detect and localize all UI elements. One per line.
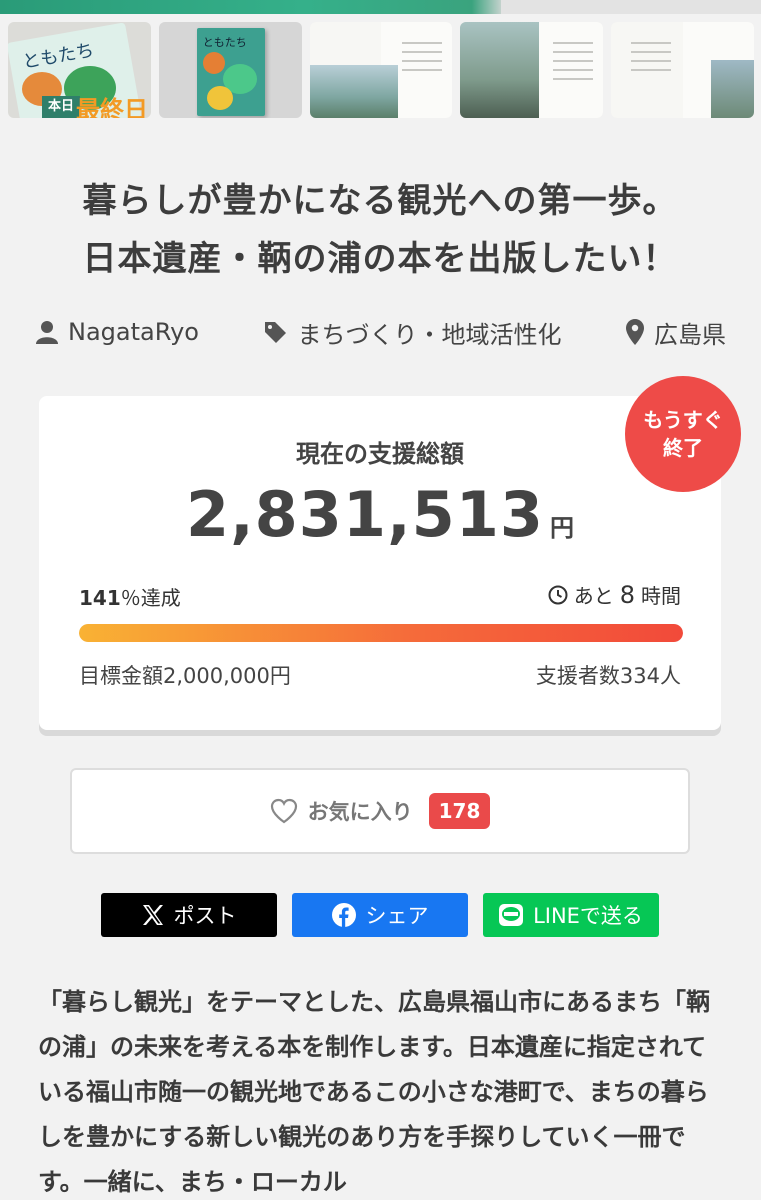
author-name: NagataRyo	[68, 318, 199, 346]
backer-count: 支援者数334人	[535, 664, 681, 688]
clock-icon	[548, 585, 568, 605]
time-remaining-prefix: あと	[573, 584, 614, 608]
share-line-button[interactable]: LINEで送る	[483, 893, 659, 937]
location-link[interactable]: 広島県	[626, 315, 726, 350]
share-facebook-label: シェア	[365, 904, 429, 928]
achievement-percent-suffix: ％達成	[120, 586, 181, 610]
project-title: 暮らしが豊かになる観光への第一歩。 日本遺産・鞆の浦の本を出版したい！	[20, 172, 740, 288]
category-name: まちづくり・地域活性化	[297, 320, 562, 349]
hero-image-strip	[0, 0, 761, 14]
location-name: 広島県	[654, 320, 726, 349]
progress-bar-fill	[79, 624, 683, 642]
achievement-percent-value: 141	[79, 586, 121, 610]
category-link[interactable]: まちづくり・地域活性化	[263, 315, 561, 350]
project-title-line2: 日本遺産・鞆の浦の本を出版したい！	[82, 239, 678, 279]
share-x-label: ポスト	[173, 904, 237, 928]
thumbnail-2[interactable]: ともたち	[158, 22, 302, 118]
ending-soon-line2: 終了	[663, 436, 703, 460]
funding-label: 現在の支援総額	[296, 440, 464, 468]
ending-soon-line1: もうすぐ	[643, 408, 723, 432]
thumbnail-gallery: ともたち 本日 最終日 ともたち	[8, 22, 754, 118]
funding-amount-value: 2,831,513	[185, 478, 545, 551]
favorite-label: お気に入り	[307, 800, 413, 824]
funding-amount: 2,831,513 円	[39, 478, 721, 551]
thumbnail-4[interactable]	[460, 22, 604, 118]
project-description: 「暮らし観光」をテーマとした、広島県福山市にあるまち「鞆の浦」の未来を考える本を…	[38, 988, 710, 1196]
share-buttons: ポスト シェア LINEで送る	[101, 893, 659, 937]
project-meta: NagataRyo まちづくり・地域活性化 広島県	[36, 312, 726, 352]
thumbnail-5[interactable]	[611, 22, 754, 118]
favorite-count-badge: 178	[428, 793, 491, 829]
thumbnail-book-title: ともたち	[202, 36, 247, 49]
ending-soon-badge: もうすぐ 終了	[625, 376, 741, 492]
user-icon	[36, 320, 58, 344]
goal-amount: 目標金額2,000,000円	[79, 664, 291, 688]
time-remaining-suffix: 時間	[641, 584, 681, 608]
funding-card: 現在の支援総額 2,831,513 円 141％達成 あと 8 時間 目標金額2,00…	[39, 396, 721, 730]
tag-icon	[263, 320, 287, 344]
line-icon	[499, 904, 524, 926]
x-logo-icon	[142, 905, 164, 925]
time-remaining: あと 8 時間	[548, 580, 681, 609]
funding-amount-unit: 円	[550, 514, 575, 542]
thumbnail-1[interactable]: ともたち 本日 最終日	[8, 22, 151, 118]
last-day-badge: 最終日	[76, 96, 148, 118]
heart-icon	[270, 798, 298, 824]
share-x-button[interactable]: ポスト	[101, 893, 277, 937]
today-badge: 本日	[42, 96, 81, 118]
progress-bar	[79, 624, 683, 642]
facebook-icon	[331, 903, 356, 927]
time-remaining-value: 8	[619, 580, 635, 609]
author-link[interactable]: NagataRyo	[36, 318, 199, 346]
share-facebook-button[interactable]: シェア	[292, 893, 468, 937]
share-line-label: LINEで送る	[533, 904, 643, 928]
map-pin-icon	[626, 319, 644, 345]
thumbnail-3[interactable]	[309, 22, 453, 118]
favorite-button[interactable]: お気に入り 178	[70, 768, 690, 854]
project-title-line1: 暮らしが豊かになる観光への第一歩。	[82, 181, 678, 221]
achievement-percent: 141％達成	[79, 582, 181, 611]
